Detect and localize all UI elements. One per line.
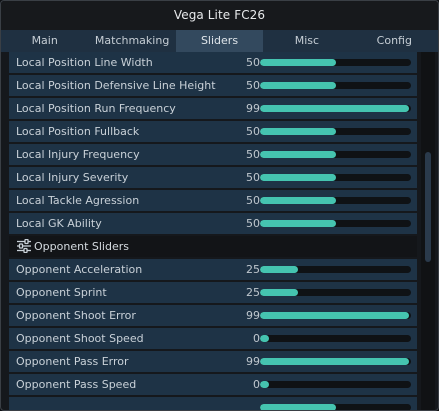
slider-label: Opponent Shoot Speed — [16, 332, 144, 345]
slider-value: 99 — [246, 355, 260, 368]
tab-main[interactable]: Main — [1, 30, 88, 52]
slider-fill — [260, 404, 336, 410]
slider-fill — [260, 381, 269, 388]
slider-label: Local Injury Severity — [16, 171, 129, 184]
slider-value: 50 — [246, 194, 260, 207]
slider-row: Local Position Run Frequency 99 — [9, 98, 417, 119]
slider-fill — [260, 197, 336, 204]
slider-fill — [260, 312, 409, 319]
slider-row: Opponent Pass Speed 0 — [9, 374, 417, 395]
slider-row: Local Position Line Width 50 — [9, 52, 417, 73]
slider-value: 99 — [246, 309, 260, 322]
slider-label: Local Position Line Width — [16, 56, 153, 69]
window-title: Vega Lite FC26 — [1, 1, 438, 30]
slider-track[interactable] — [260, 59, 411, 66]
slider-track[interactable] — [260, 151, 411, 158]
slider-label: Opponent Acceleration — [16, 263, 143, 276]
sliders-panel: Local Position Line Width 50 Local Posit… — [1, 52, 438, 410]
slider-fill — [260, 289, 298, 296]
slider-row: Local Position Fullback 50 — [9, 121, 417, 142]
slider-row: Opponent Acceleration 25 — [9, 259, 417, 280]
slider-row: Local Position Defensive Line Height 50 — [9, 75, 417, 96]
slider-fill — [260, 335, 269, 342]
slider-value: 50 — [246, 148, 260, 161]
slider-value: 25 — [246, 263, 260, 276]
section-title: Opponent Sliders — [34, 240, 129, 253]
app-window: Vega Lite FC26 Main Matchmaking Sliders … — [0, 0, 439, 411]
slider-track[interactable] — [260, 335, 411, 342]
slider-row-partial — [9, 397, 417, 410]
slider-track[interactable] — [260, 289, 411, 296]
slider-row: Opponent Sprint 25 — [9, 282, 417, 303]
slider-track[interactable] — [260, 220, 411, 227]
slider-fill — [260, 358, 409, 365]
slider-fill — [260, 174, 336, 181]
slider-track[interactable] — [260, 174, 411, 181]
slider-label: Opponent Shoot Error — [16, 309, 136, 322]
vertical-scrollbar[interactable] — [421, 52, 435, 410]
slider-fill — [260, 266, 298, 273]
slider-value: 50 — [246, 125, 260, 138]
slider-value: 0 — [253, 332, 260, 345]
slider-value: 50 — [246, 56, 260, 69]
slider-track[interactable] — [260, 105, 411, 112]
slider-label: Local Position Fullback — [16, 125, 140, 138]
scrollbar-thumb[interactable] — [425, 152, 431, 262]
slider-track[interactable] — [260, 82, 411, 89]
slider-value: 50 — [246, 171, 260, 184]
slider-label: Local Injury Frequency — [16, 148, 140, 161]
slider-fill — [260, 82, 336, 89]
slider-row: Opponent Shoot Error 99 — [9, 305, 417, 326]
slider-track[interactable] — [260, 197, 411, 204]
slider-track[interactable] — [260, 312, 411, 319]
slider-value: 50 — [246, 79, 260, 92]
slider-row: Opponent Pass Error 99 — [9, 351, 417, 372]
slider-track[interactable] — [260, 266, 411, 273]
slider-label: Opponent Pass Speed — [16, 378, 137, 391]
slider-fill — [260, 105, 409, 112]
slider-row: Local Injury Severity 50 — [9, 167, 417, 188]
slider-track[interactable] — [260, 404, 411, 410]
slider-fill — [260, 151, 336, 158]
tab-misc[interactable]: Misc — [263, 30, 350, 52]
slider-row: Local Injury Frequency 50 — [9, 144, 417, 165]
slider-label: Local GK Ability — [16, 217, 102, 230]
sliders-icon — [17, 239, 31, 253]
slider-label: Local Position Run Frequency — [16, 102, 176, 115]
slider-label: Opponent Pass Error — [16, 355, 129, 368]
slider-fill — [260, 220, 336, 227]
tab-config[interactable]: Config — [351, 30, 438, 52]
tab-sliders[interactable]: Sliders — [175, 30, 264, 52]
slider-track[interactable] — [260, 358, 411, 365]
slider-label: Local Tackle Agression — [16, 194, 140, 207]
slider-row: Local GK Ability 50 — [9, 213, 417, 234]
slider-label: Local Position Defensive Line Height — [16, 79, 216, 92]
slider-value: 50 — [246, 217, 260, 230]
opponent-sliders-header: Opponent Sliders — [9, 236, 417, 257]
slider-fill — [260, 59, 336, 66]
slider-value: 99 — [246, 102, 260, 115]
tab-matchmaking[interactable]: Matchmaking — [88, 30, 175, 52]
slider-row: Local Tackle Agression 50 — [9, 190, 417, 211]
slider-value: 0 — [253, 378, 260, 391]
tab-bar: Main Matchmaking Sliders Misc Config — [1, 30, 438, 52]
slider-track[interactable] — [260, 128, 411, 135]
slider-row: Opponent Shoot Speed 0 — [9, 328, 417, 349]
slider-fill — [260, 128, 336, 135]
slider-label: Opponent Sprint — [16, 286, 107, 299]
slider-track[interactable] — [260, 381, 411, 388]
slider-value: 25 — [246, 286, 260, 299]
